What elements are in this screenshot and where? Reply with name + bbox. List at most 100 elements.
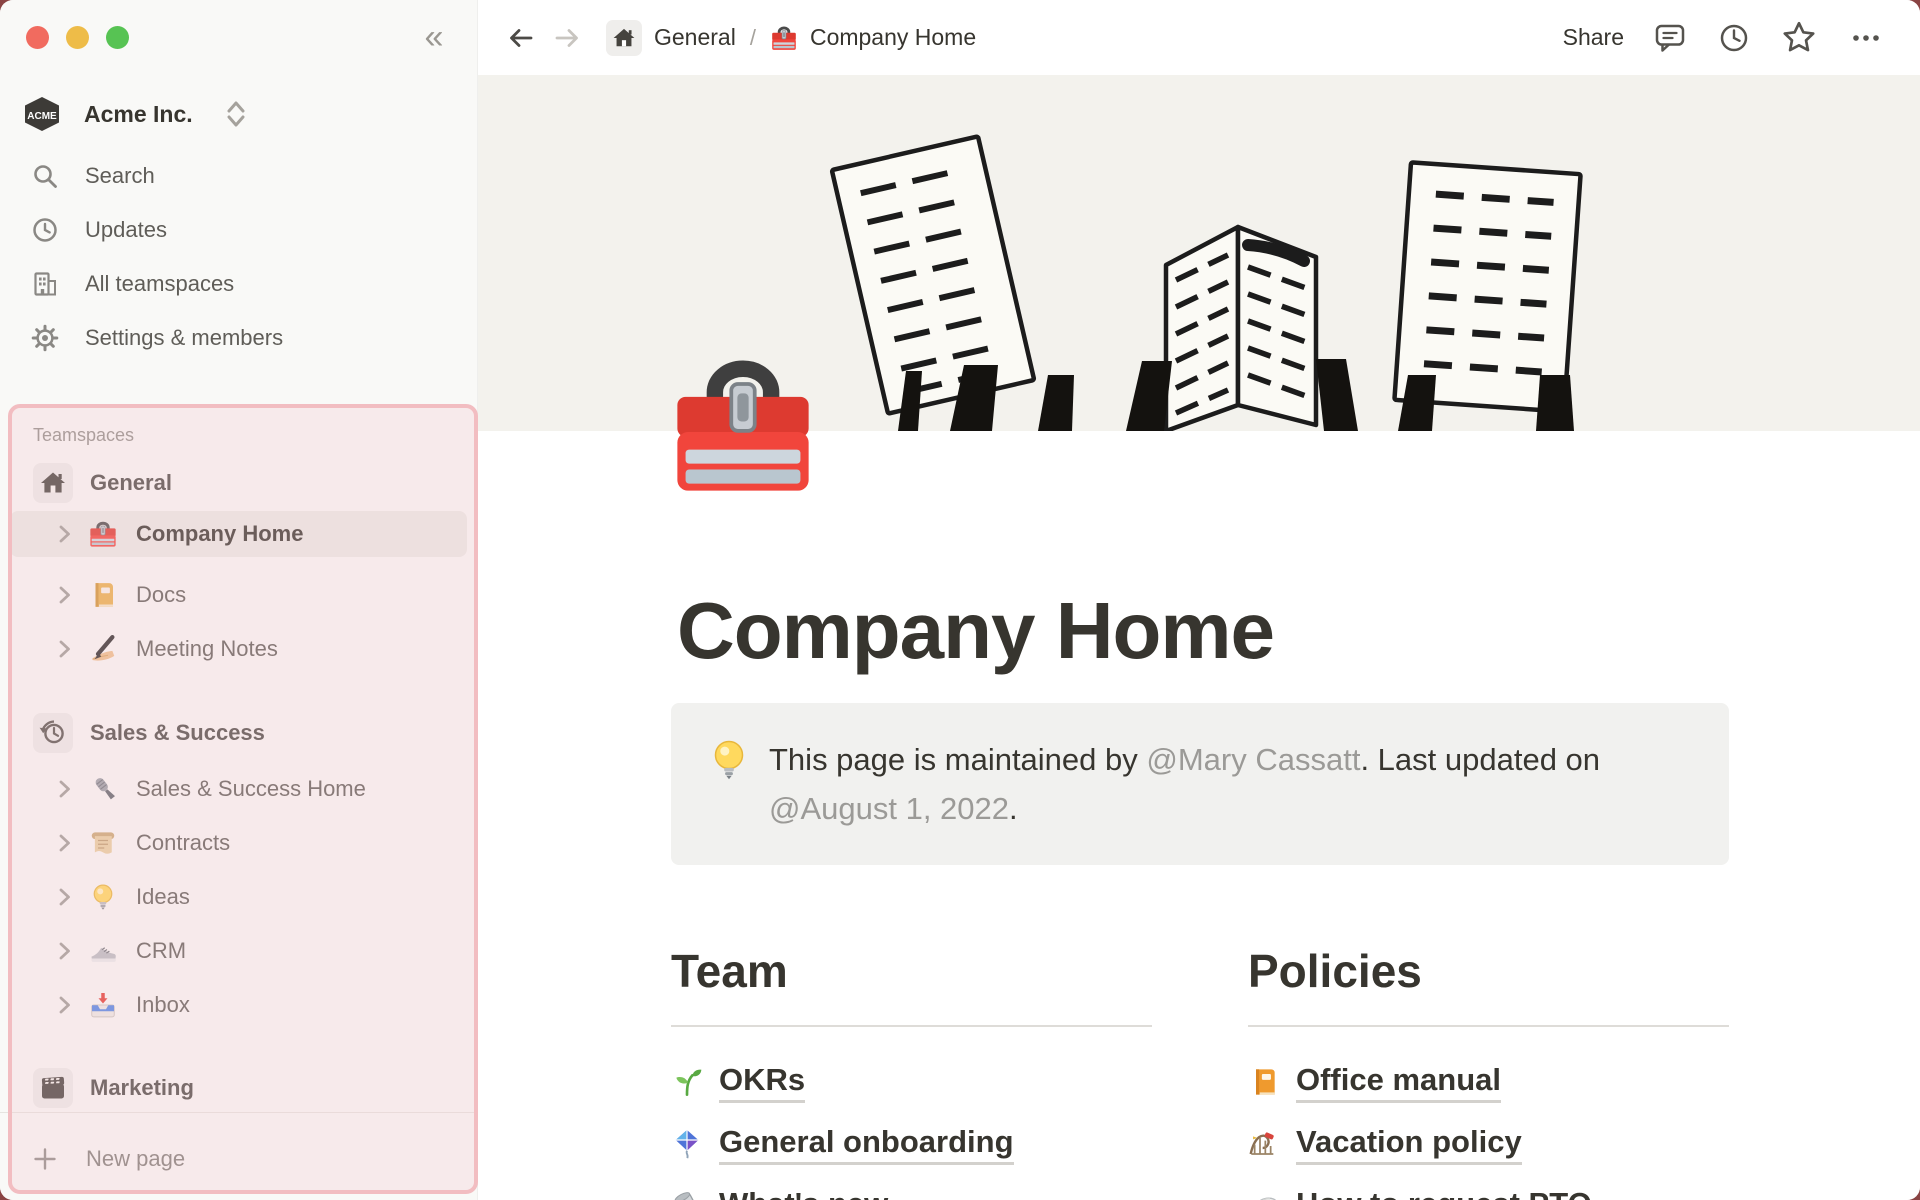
notion-window: « ACME Acme Inc. Search Updates All team…: [0, 0, 1920, 1200]
toolbox-icon: [90, 521, 116, 547]
team-column: Team OKRs General onboarding: [671, 945, 1152, 1200]
new-page-button[interactable]: New page: [10, 1131, 467, 1187]
page-link-vacation-policy[interactable]: Vacation policy: [1248, 1113, 1729, 1175]
sidebar-item-sales-success-home[interactable]: Sales & Success Home: [10, 762, 467, 816]
topbar-actions: Share: [1563, 19, 1886, 57]
callout-text: This page is maintained by @Mary Cassatt…: [769, 735, 1600, 833]
house-icon: [613, 28, 635, 46]
sidebar-item-label: Settings & members: [85, 325, 284, 350]
breadcrumb-current-page[interactable]: Company Home: [810, 24, 976, 51]
date-mention[interactable]: @August 1, 2022: [769, 791, 1009, 826]
workspace-switcher[interactable]: ACME Acme Inc.: [22, 88, 461, 140]
search-icon: [34, 165, 57, 188]
teamspaces-section-label: Teamspaces: [33, 425, 135, 445]
page-link-label: What's new: [719, 1186, 888, 1200]
policies-column: Policies Office manual Vacation policy: [1248, 945, 1729, 1200]
page-content: Company Home This page is maintained by …: [671, 431, 1729, 1200]
page-icon-toolbox[interactable]: [668, 350, 818, 500]
clock-arrow-icon: [39, 720, 64, 744]
ledger-icon: [95, 583, 113, 607]
sidebar-item-label: Updates: [85, 217, 167, 242]
minimize-button[interactable]: [66, 26, 89, 49]
chevron-right-icon[interactable]: [50, 774, 80, 804]
two-column-layout: Team OKRs General onboarding Policies Of…: [671, 945, 1729, 1200]
sidebar-item-all-teamspaces[interactable]: All teamspaces: [10, 257, 467, 311]
sidebar-item-company-home[interactable]: Company Home: [10, 511, 467, 557]
workspace-name: Acme Inc.: [84, 100, 193, 127]
sidebar-item-label: CRM: [136, 938, 187, 963]
page-link-whats-new[interactable]: What's new: [671, 1175, 1152, 1200]
ellipsis-icon[interactable]: [1846, 20, 1886, 56]
sidebar-item-general[interactable]: General: [10, 456, 467, 510]
history-clock-icon[interactable]: [1716, 20, 1752, 56]
sidebar-item-search[interactable]: Search: [10, 149, 467, 203]
sidebar-item-sales-success[interactable]: Sales & Success: [10, 706, 467, 760]
chevron-right-icon[interactable]: [50, 936, 80, 966]
comment-icon[interactable]: [1652, 20, 1688, 56]
breadcrumb-separator: /: [749, 24, 756, 50]
sidebar-item-label: Contracts: [136, 830, 231, 855]
sidebar-item-crm[interactable]: CRM: [10, 924, 467, 978]
heading-divider: [671, 1025, 1152, 1027]
dove-icon: [1259, 1197, 1276, 1200]
page-link-label: Office manual: [1296, 1062, 1501, 1103]
writing-hand-icon: [92, 635, 115, 661]
rolled-newspaper-icon: [674, 1192, 699, 1200]
column-heading: Policies: [1248, 945, 1422, 997]
zoom-button[interactable]: [106, 26, 129, 49]
kite-icon: [675, 1130, 699, 1159]
share-button[interactable]: Share: [1563, 24, 1624, 51]
page-link-office-manual[interactable]: Office manual: [1248, 1051, 1729, 1113]
close-button[interactable]: [26, 26, 49, 49]
sidebar-item-settings[interactable]: Settings & members: [10, 311, 467, 365]
sidebar-item-docs[interactable]: Docs: [10, 568, 467, 622]
inbox-tray-icon: [91, 993, 115, 1018]
sidebar: « ACME Acme Inc. Search Updates All team…: [0, 0, 478, 1200]
sidebar-item-label: Meeting Notes: [136, 636, 278, 661]
chevron-right-icon[interactable]: [50, 828, 80, 858]
callout-block: This page is maintained by @Mary Cassatt…: [671, 703, 1729, 865]
collapse-sidebar-icon[interactable]: «: [412, 18, 456, 58]
seedling-icon: [676, 1069, 702, 1096]
sidebar-item-meeting-notes[interactable]: Meeting Notes: [10, 622, 467, 676]
chevron-right-icon[interactable]: [50, 580, 80, 610]
page-link-request-pto[interactable]: How to request PTO: [1248, 1175, 1729, 1200]
sidebar-item-label: Search: [85, 163, 155, 188]
sidebar-item-label: Inbox: [136, 992, 190, 1017]
chevron-right-icon[interactable]: [50, 519, 80, 549]
acme-logo-icon: ACME: [25, 97, 59, 131]
traffic-lights: [26, 26, 129, 49]
roller-coaster-icon: [1249, 1132, 1274, 1155]
sidebar-item-label: Company Home: [136, 521, 304, 546]
scroll-icon: [91, 832, 115, 854]
column-heading: Team: [671, 945, 788, 997]
star-icon[interactable]: [1780, 19, 1818, 57]
breadcrumb-teamspace[interactable]: [606, 19, 642, 56]
callout-text-segment: . Last updated on: [1360, 742, 1601, 777]
sidebar-item-inbox[interactable]: Inbox: [10, 978, 467, 1032]
back-arrow-icon[interactable]: [504, 21, 538, 55]
svg-text:ACME: ACME: [27, 111, 57, 122]
sidebar-item-label: Sales & Success: [90, 720, 265, 745]
chevron-right-icon[interactable]: [50, 634, 80, 664]
sidebar-item-contracts[interactable]: Contracts: [10, 816, 467, 870]
breadcrumb: General / Company Home: [606, 19, 976, 56]
person-mention[interactable]: @Mary Cassatt: [1146, 742, 1360, 777]
chevron-right-icon[interactable]: [50, 990, 80, 1020]
chevron-right-icon[interactable]: [50, 882, 80, 912]
light-bulb-icon: [714, 740, 744, 780]
page-link-label: How to request PTO: [1296, 1186, 1592, 1200]
page-link-label: General onboarding: [719, 1124, 1014, 1165]
page-title[interactable]: Company Home: [671, 589, 1729, 673]
page-link-label: OKRs: [719, 1062, 806, 1103]
sidebar-item-marketing[interactable]: Marketing: [10, 1061, 467, 1115]
sidebar-item-ideas[interactable]: Ideas: [10, 870, 467, 924]
topbar: General / Company Home Share: [478, 0, 1920, 75]
page-link-okrs[interactable]: OKRs: [671, 1051, 1152, 1113]
sidebar-item-label: Ideas: [136, 884, 190, 909]
sidebar-item-updates[interactable]: Updates: [10, 203, 467, 257]
forward-arrow-icon[interactable]: [550, 21, 584, 55]
running-shoe-icon: [91, 947, 116, 962]
page-link-general-onboarding[interactable]: General onboarding: [671, 1113, 1152, 1175]
breadcrumb-link[interactable]: General: [654, 24, 736, 51]
